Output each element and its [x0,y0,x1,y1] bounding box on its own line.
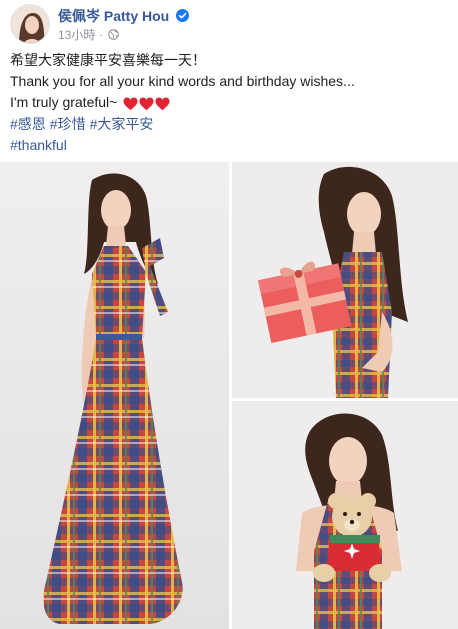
post-timestamp[interactable]: 13小時 [58,28,95,42]
post-text: 希望大家健康平安喜樂每一天！ Thank you for all your ki… [10,50,450,156]
post-text-line-2: Thank you for all your kind words and bi… [10,73,355,89]
post-text-line-1: 希望大家健康平安喜樂每一天！ [10,52,206,68]
hashtags-row-2: #thankful [10,135,450,156]
globe-icon[interactable] [108,29,119,40]
red-heart-icon [139,97,154,111]
photo-image [0,162,229,629]
facebook-post: 侯佩岑 Patty Hou 13小時 · 希望大家健康平安喜樂每一天！ Than… [0,0,458,629]
photo-grid [0,160,458,629]
post-text-line-3: I'm truly grateful~ [10,94,118,110]
avatar-image [11,5,49,43]
hashtag-link[interactable]: #thankful [10,137,67,153]
author-name-row: 侯佩岑 Patty Hou [58,6,190,26]
hearts-group [123,93,171,114]
author-name[interactable]: 侯佩岑 Patty Hou [58,8,169,24]
author-avatar[interactable] [10,4,50,44]
red-heart-icon [123,97,138,111]
post-meta: 13小時 · [58,26,119,43]
hashtag-link[interactable]: #感恩 [10,116,46,132]
hashtags-row-1: #感恩 #珍惜 #大家平安 [10,114,450,135]
photo-holding-gift-box[interactable] [232,162,458,398]
red-heart-icon [155,97,170,111]
post-header: 侯佩岑 Patty Hou 13小時 · [10,4,450,44]
photo-holding-teddy-bear[interactable] [232,401,458,629]
photo-image [232,401,458,629]
hashtag-link[interactable]: #大家平安 [90,116,154,132]
hashtag-link[interactable]: #珍惜 [50,116,86,132]
photo-full-length-plaid-dress[interactable] [0,162,229,629]
verified-badge-icon [176,8,190,22]
meta-separator: · [98,27,103,42]
photo-image [232,162,458,398]
post-text-line-3-row: I'm truly grateful~ [10,92,450,114]
